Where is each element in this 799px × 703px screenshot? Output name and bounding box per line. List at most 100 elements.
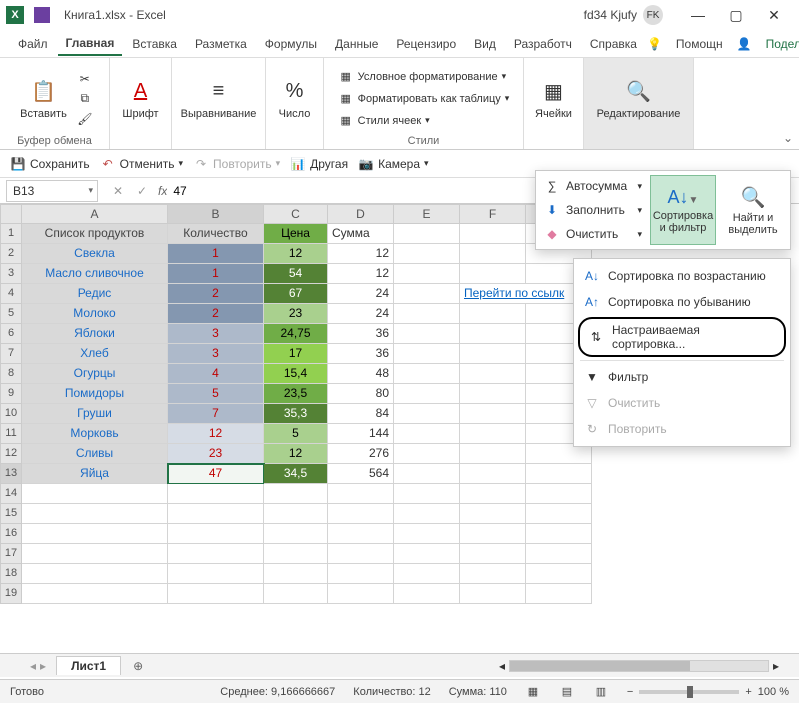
hyperlink[interactable]: Перейти по ссылк [464,286,564,300]
name-box[interactable]: B13▾ [6,180,98,202]
cell-G18[interactable] [526,564,592,584]
cell-C16[interactable] [264,524,328,544]
cell-B14[interactable] [168,484,264,504]
cancel-icon[interactable]: ✕ [110,183,126,199]
cell-G12[interactable] [526,444,592,464]
cell-F5[interactable] [460,304,526,324]
cell-E3[interactable] [394,264,460,284]
cell-C7[interactable]: 17 [264,344,328,364]
row-header-1[interactable]: 1 [0,224,22,244]
cell-B5[interactable]: 2 [168,304,264,324]
cell-C18[interactable] [264,564,328,584]
cell-F14[interactable] [460,484,526,504]
add-sheet-button[interactable]: ⊕ [127,656,149,676]
cell-C10[interactable]: 35,3 [264,404,328,424]
cell-G19[interactable] [526,584,592,604]
cell-D8[interactable]: 48 [328,364,394,384]
qat-undo-button[interactable]: ↶Отменить▾ [100,156,183,172]
collapse-ribbon-icon[interactable]: ⌄ [783,131,793,145]
cell-B13[interactable]: 47 [168,464,264,484]
cell-A12[interactable]: Сливы [22,444,168,464]
cell-styles-button[interactable]: ▦Стили ячеек▾ [338,113,510,129]
cell-A8[interactable]: Огурцы [22,364,168,384]
cell-A2[interactable]: Свекла [22,244,168,264]
cell-C6[interactable]: 24,75 [264,324,328,344]
font-button[interactable]: АШрифт [118,76,162,122]
qat-redo-button[interactable]: ↷Повторить▾ [193,156,280,172]
cell-D15[interactable] [328,504,394,524]
cell-F16[interactable] [460,524,526,544]
cell-F9[interactable] [460,384,526,404]
cell-B17[interactable] [168,544,264,564]
chevron-down-icon[interactable]: ▾ [88,185,93,196]
row-header-6[interactable]: 6 [0,324,22,344]
zoom-slider[interactable] [639,690,739,694]
cell-E17[interactable] [394,544,460,564]
cell-D13[interactable]: 564 [328,464,394,484]
cell-C19[interactable] [264,584,328,604]
horizontal-scrollbar[interactable] [509,660,769,672]
cell-A13[interactable]: Яйца [22,464,168,484]
cell-E1[interactable] [394,224,460,244]
cell-D10[interactable]: 84 [328,404,394,424]
cell-A17[interactable] [22,544,168,564]
cell-D5[interactable]: 24 [328,304,394,324]
cell-D17[interactable] [328,544,394,564]
cell-F7[interactable] [460,344,526,364]
cell-C13[interactable]: 34,5 [264,464,328,484]
cell-E2[interactable] [394,244,460,264]
cut-icon[interactable]: ✂ [77,71,93,87]
cell-A5[interactable]: Молоко [22,304,168,324]
row-header-5[interactable]: 5 [0,304,22,324]
cell-F8[interactable] [460,364,526,384]
cell-A15[interactable] [22,504,168,524]
cell-A7[interactable]: Хлеб [22,344,168,364]
cell-F17[interactable] [460,544,526,564]
cell-A10[interactable]: Груши [22,404,168,424]
cell-E13[interactable] [394,464,460,484]
tab-view[interactable]: Вид [466,33,504,55]
row-header-16[interactable]: 16 [0,524,22,544]
scroll-thumb[interactable] [510,661,690,671]
cell-D11[interactable]: 144 [328,424,394,444]
cell-E11[interactable] [394,424,460,444]
row-header-11[interactable]: 11 [0,424,22,444]
tell-me-button[interactable]: Помощн [668,33,731,55]
tab-file[interactable]: Файл [10,33,56,55]
cell-F12[interactable] [460,444,526,464]
zoom-in-button[interactable]: + [745,686,751,698]
cell-A18[interactable] [22,564,168,584]
page-break-icon[interactable]: ▥ [593,684,609,700]
row-header-14[interactable]: 14 [0,484,22,504]
col-header-E[interactable]: E [394,204,460,224]
col-header-A[interactable]: A [22,204,168,224]
autosum-button[interactable]: ∑Автосумма▾ [540,175,646,197]
cell-C3[interactable]: 54 [264,264,328,284]
cell-B19[interactable] [168,584,264,604]
maximize-button[interactable]: ▢ [717,1,755,29]
accept-icon[interactable]: ✓ [134,183,150,199]
tab-review[interactable]: Рецензиро [388,33,464,55]
page-layout-icon[interactable]: ▤ [559,684,575,700]
cell-G15[interactable] [526,504,592,524]
cell-D7[interactable]: 36 [328,344,394,364]
cell-B7[interactable]: 3 [168,344,264,364]
fill-button[interactable]: ⬇Заполнить▾ [540,199,646,221]
paste-button[interactable]: 📋 Вставить [16,76,71,122]
col-header-B[interactable]: B [168,204,264,224]
sheet-nav-next[interactable]: ▸ [40,659,46,673]
cell-F19[interactable] [460,584,526,604]
cell-C17[interactable] [264,544,328,564]
cell-F13[interactable] [460,464,526,484]
cell-E7[interactable] [394,344,460,364]
cell-E12[interactable] [394,444,460,464]
cell-C1[interactable]: Цена [264,224,328,244]
cell-D9[interactable]: 80 [328,384,394,404]
cell-C12[interactable]: 12 [264,444,328,464]
filter-item[interactable]: ▼Фильтр [574,364,790,390]
qat-other-button[interactable]: 📊Другая [290,156,348,172]
cell-E16[interactable] [394,524,460,544]
close-button[interactable]: ✕ [755,1,793,29]
alignment-button[interactable]: ≡Выравнивание [177,76,261,122]
cells-button[interactable]: ▦Ячейки [531,76,576,122]
